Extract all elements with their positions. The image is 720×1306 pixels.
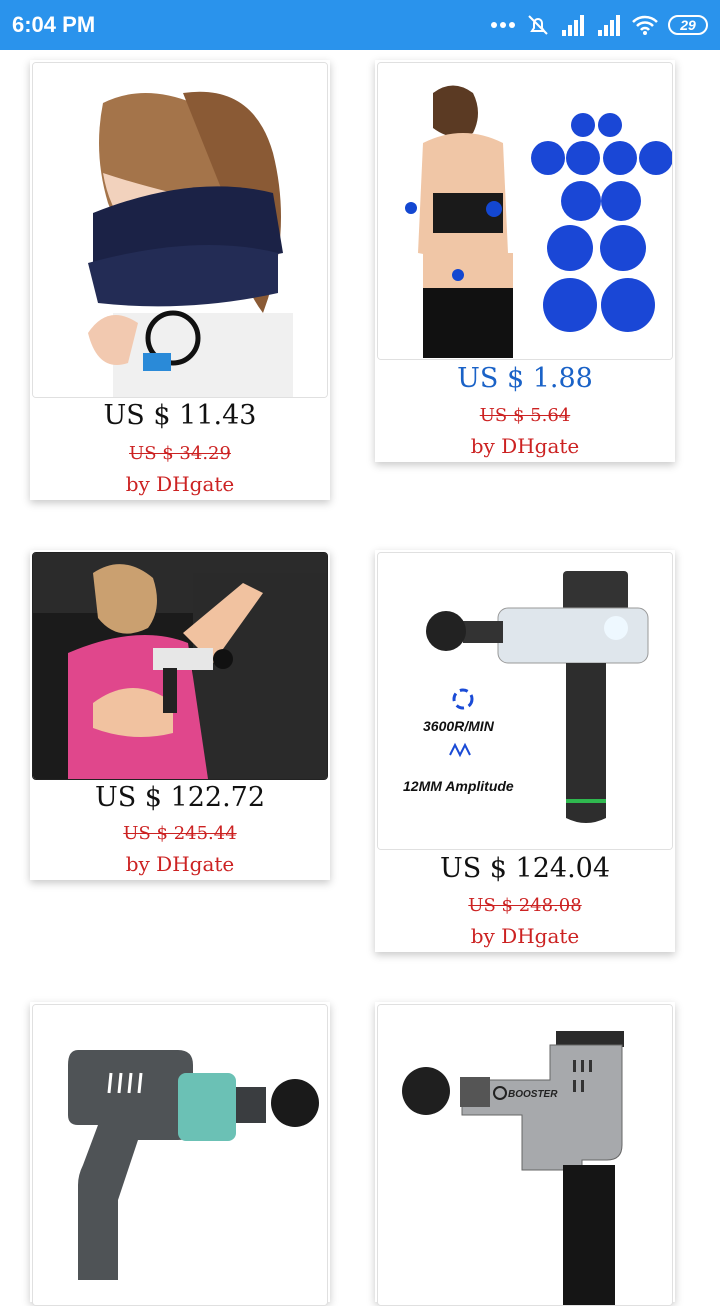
more-dots-icon <box>491 22 515 28</box>
battery-icon: 29 <box>668 15 708 35</box>
signal-icon-1 <box>562 15 584 36</box>
product-old-price: US $ 34.29 <box>129 443 231 464</box>
product-old-price: US $ 245.44 <box>123 823 237 844</box>
status-icons: 29 <box>490 10 708 40</box>
product-card[interactable]: US $ 1.88 US $ 5.64 by DHgate <box>375 60 675 462</box>
product-image[interactable]: 3600R/MIN 12MM Amplitude <box>377 552 673 850</box>
product-price: US $ 124.04 <box>439 853 611 884</box>
wifi-icon <box>632 15 658 35</box>
product-image[interactable] <box>377 62 673 360</box>
product-price: US $ 1.88 <box>457 363 593 394</box>
status-time: 6:04 PM <box>12 12 96 37</box>
product-card[interactable] <box>30 1002 330 1306</box>
product-price: US $ 122.72 <box>94 782 266 813</box>
product-card[interactable]: US $ 122.72 US $ 245.44 by DHgate <box>30 550 330 880</box>
product-image[interactable] <box>32 1004 328 1306</box>
alarm-off-icon <box>528 15 548 35</box>
product-seller[interactable]: by DHgate <box>30 852 330 876</box>
booster-logo-text: BOOSTER <box>508 1089 558 1100</box>
product-card[interactable]: BOOSTER <box>375 1002 675 1306</box>
signal-icon-2 <box>598 15 620 36</box>
product-seller[interactable]: by DHgate <box>375 434 675 458</box>
product-price: US $ 11.43 <box>103 400 257 431</box>
product-seller[interactable]: by DHgate <box>30 472 330 496</box>
product-image[interactable]: BOOSTER <box>377 1004 673 1306</box>
status-bar: 6:04 PM 29 <box>0 0 720 50</box>
amplitude-label: 12MM Amplitude <box>403 778 514 794</box>
product-card[interactable]: US $ 11.43 US $ 34.29 by DHgate <box>30 60 330 500</box>
product-image[interactable] <box>32 552 328 780</box>
product-seller[interactable]: by DHgate <box>375 924 675 948</box>
product-card[interactable]: 3600R/MIN 12MM Amplitude US $ 124.04 US … <box>375 550 675 952</box>
product-old-price: US $ 248.08 <box>468 895 582 916</box>
speed-label: 3600R/MIN <box>423 718 495 734</box>
product-image[interactable] <box>32 62 328 398</box>
product-old-price: US $ 5.64 <box>479 405 571 426</box>
